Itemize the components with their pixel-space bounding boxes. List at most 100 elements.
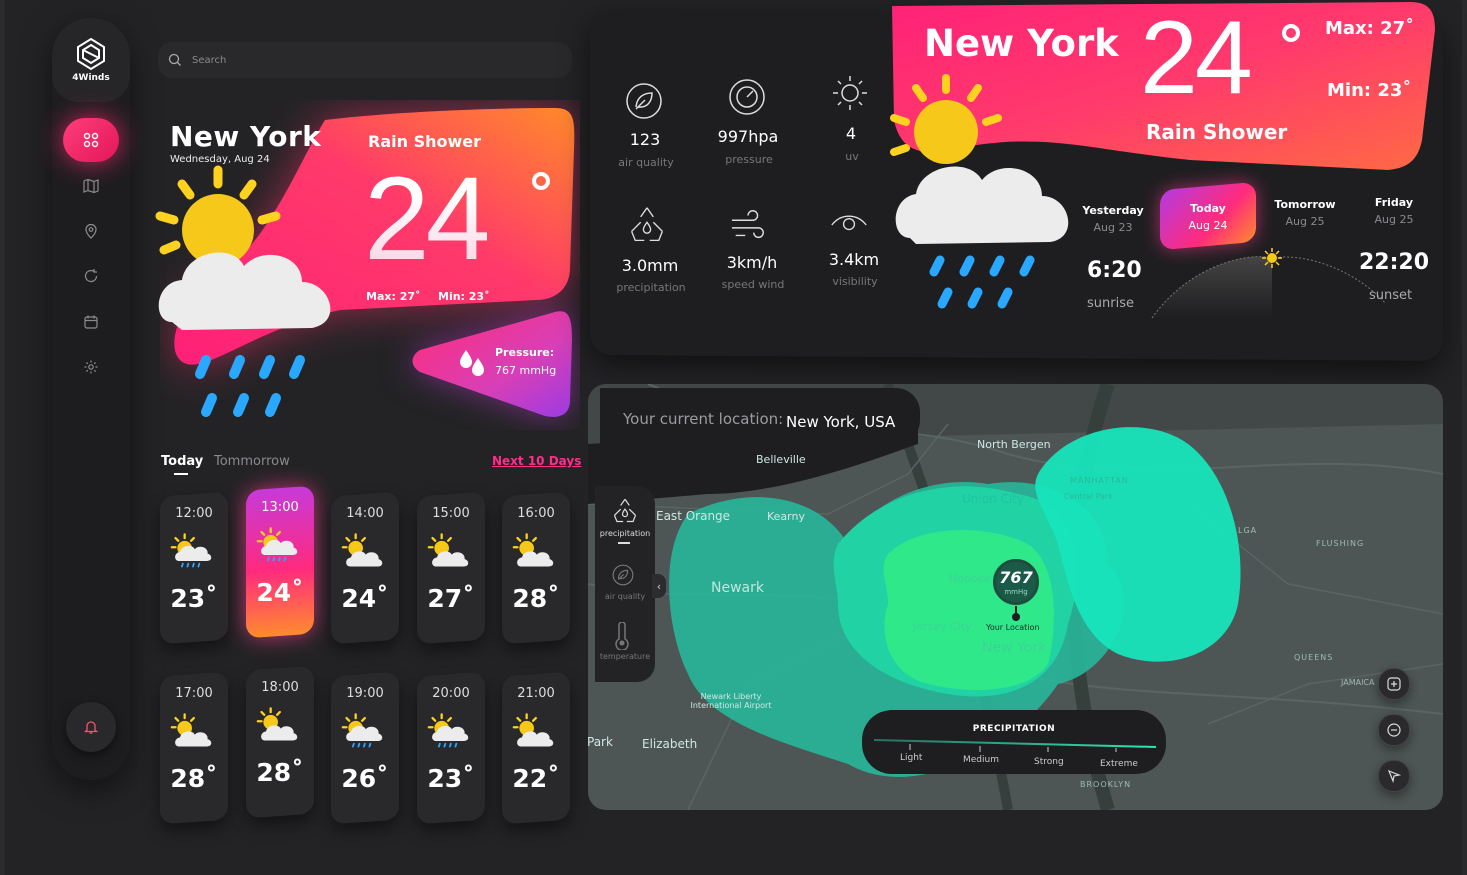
nav-dashboard[interactable] [52, 118, 130, 162]
day-friday[interactable]: Friday Aug 25 [1354, 196, 1434, 226]
legend-level-medium: Medium [963, 755, 999, 765]
next-10-days-link[interactable]: Next 10 Days [492, 454, 581, 468]
zoom-out-button[interactable] [1378, 714, 1410, 746]
pressure-gauge-icon [729, 79, 765, 115]
day-name: Friday [1374, 196, 1414, 209]
layer-active-underline [618, 542, 630, 544]
sunset-time: 22:20 [1359, 250, 1430, 275]
legend-title: PRECIPITATION [972, 724, 1056, 734]
air-quality-value: 123 [629, 130, 661, 149]
location-label: Your current location: [623, 410, 784, 428]
collapse-panel-button[interactable]: ‹ [652, 574, 666, 598]
calendar-icon [84, 315, 98, 329]
day-date: Aug 25 [1285, 215, 1325, 228]
air-quality-label: air quality [618, 156, 674, 169]
hourly-time: 19:00 [346, 686, 384, 701]
hourly-time: 15:00 [432, 506, 470, 521]
map-label-jersey-city: Jersey City [913, 620, 972, 633]
map-label-newark-airport: Newark Liberty International Airport [690, 692, 772, 710]
location-pin-icon [85, 223, 97, 239]
rain-cloud-sun-icon [341, 713, 383, 748]
rain-cloud-sun-icon [256, 527, 298, 562]
map-icon [83, 178, 99, 194]
sun-icon [833, 76, 867, 110]
pressure-stat-value: 997hpa [717, 127, 779, 146]
layer-temperature[interactable]: temperature [596, 652, 654, 661]
hourly-time: 12:00 [175, 506, 213, 521]
legend-level-strong: Strong [1034, 757, 1064, 767]
map-label-brooklyn: BROOKLYN [1080, 780, 1132, 789]
map-label-central-park: Central Park [1064, 492, 1113, 501]
logo-label: 4Winds [72, 73, 110, 83]
logo[interactable]: 4Winds [52, 18, 130, 102]
max-temp: Max: 27˚ [366, 290, 421, 303]
nav-calendar[interactable] [52, 302, 130, 342]
nav-refresh[interactable] [52, 256, 130, 296]
hourly-temp: 24˚ [341, 584, 389, 613]
map-label-union-city: Union City [962, 492, 1025, 506]
layer-air-quality[interactable]: air quality [596, 592, 654, 601]
search-input[interactable] [190, 53, 554, 67]
city-name: New York [170, 120, 322, 153]
wind-value: 3km/h [726, 253, 778, 272]
day-tomorrow[interactable]: Tomorrow Aug 25 [1265, 198, 1345, 228]
bell-icon [83, 721, 99, 734]
hourly-temp: 28˚ [512, 584, 560, 613]
nav-location[interactable] [52, 211, 130, 251]
gear-icon [84, 360, 98, 374]
plus-icon [1387, 677, 1401, 691]
day-today[interactable]: Today Aug 24 [1168, 202, 1248, 232]
wind-label: speed wind [721, 278, 785, 291]
tab-today-underline [174, 473, 188, 475]
sun-path-arc [1151, 248, 1387, 319]
nav-map[interactable] [52, 166, 130, 206]
condition-label: Rain Shower [368, 132, 481, 151]
search-bar[interactable] [158, 42, 572, 78]
hourly-time: 13:00 [261, 500, 299, 515]
refresh-icon [84, 269, 98, 283]
uv-label: uv [845, 150, 859, 163]
precipitation-label: precipitation [616, 281, 686, 294]
sunrise-time: 6:20 [1087, 258, 1142, 283]
day-date: Aug 25 [1374, 213, 1414, 226]
nav-settings[interactable] [52, 347, 130, 387]
sunrise-label: sunrise [1087, 296, 1134, 311]
precipitation-value: 3.0mm [621, 256, 679, 275]
tab-tomorrow[interactable]: Tommorrow [214, 454, 290, 469]
search-icon [168, 53, 181, 66]
banner-max-temp: Max: 27˚ [1325, 18, 1415, 39]
hourly-temp: 23˚ [170, 584, 218, 613]
location-value: New York, USA [786, 413, 896, 431]
legend-level-light: Light [900, 753, 923, 763]
minus-icon [1387, 723, 1401, 737]
precipitation-icon [630, 207, 664, 242]
air-quality-layer-icon [612, 564, 634, 586]
cloud-sun-icon [341, 533, 383, 567]
navigation-arrow-icon [1387, 769, 1401, 783]
logo-icon [77, 37, 105, 71]
notifications-button[interactable] [66, 702, 116, 752]
rain-cloud-sun-icon [427, 713, 469, 748]
day-yesterday[interactable]: Yesterday Aug 23 [1073, 204, 1153, 234]
visibility-value: 3.4km [828, 250, 880, 269]
tab-today[interactable]: Today [161, 454, 203, 469]
map-label-flushing: FLUSHING [1316, 539, 1365, 548]
hourly-time: 14:00 [346, 506, 384, 521]
precipitation-layer-icon [613, 498, 637, 523]
day-name: Tomorrow [1274, 198, 1336, 211]
zoom-in-button[interactable] [1378, 668, 1410, 700]
cloud-sun-icon [170, 713, 212, 747]
cloud-sun-icon [427, 533, 469, 567]
visibility-label: visibility [832, 275, 878, 288]
hourly-temp: 28˚ [170, 764, 218, 793]
map-label-queens: QUEENS [1294, 653, 1334, 662]
banner-temperature: 24 [1140, 0, 1253, 116]
cloud-sun-icon [512, 533, 554, 567]
hourly-time: 17:00 [175, 686, 213, 701]
hourly-time: 20:00 [432, 686, 470, 701]
locate-me-button[interactable] [1378, 760, 1410, 792]
day-name: Today [1190, 202, 1226, 215]
banner-degree-symbol [1282, 24, 1300, 42]
marker-value: 767 [999, 568, 1033, 587]
layer-precipitation[interactable]: precipitation [596, 529, 654, 538]
